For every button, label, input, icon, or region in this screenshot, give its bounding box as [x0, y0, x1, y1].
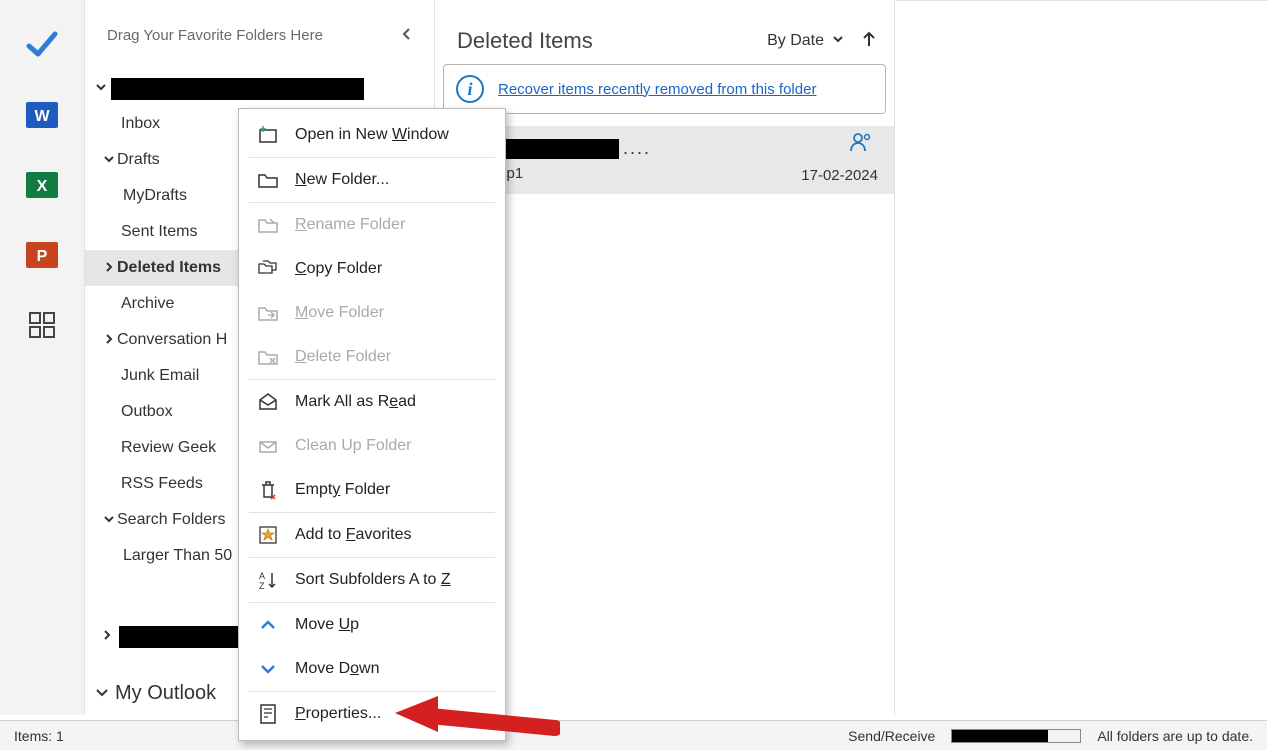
status-item-count: Items: 1	[14, 728, 64, 744]
send-receive-progress	[951, 729, 1081, 743]
menu-clean-up-folder: Clean Up Folder	[239, 424, 505, 468]
status-sync-message: All folders are up to date.	[1097, 728, 1253, 744]
menu-rename-folder: Rename Folder	[239, 203, 505, 247]
delete-folder-icon	[257, 346, 279, 368]
status-bar: Items: 1 Send/Receive All folders are up…	[0, 720, 1267, 750]
svg-text:P: P	[37, 248, 48, 265]
chevron-down-icon	[257, 658, 279, 680]
folder-title: Deleted Items	[457, 28, 593, 54]
star-icon	[257, 524, 279, 546]
sort-az-icon: AZ	[257, 569, 279, 591]
menu-sort-subfolders[interactable]: AZ Sort Subfolders A to Z	[239, 558, 505, 602]
reading-pane	[896, 0, 1267, 715]
chevron-down-icon	[95, 682, 109, 705]
sort-control[interactable]: By Date	[767, 31, 876, 52]
cleanup-icon	[257, 435, 279, 457]
rename-folder-icon	[257, 214, 279, 236]
chevron-right-icon	[101, 261, 117, 276]
menu-new-folder[interactable]: New Folder...	[239, 158, 505, 202]
svg-text:X: X	[37, 178, 48, 195]
email-date: 17-02-2024	[801, 167, 878, 184]
info-icon: i	[456, 75, 484, 103]
folder-context-menu: Open in New Window New Folder... Rename …	[238, 108, 506, 741]
status-send-receive-label: Send/Receive	[848, 728, 935, 744]
recover-banner: i Recover items recently removed from th…	[443, 64, 886, 114]
move-folder-icon	[257, 302, 279, 324]
properties-icon	[257, 703, 279, 725]
folder-icon	[257, 169, 279, 191]
menu-delete-folder: Delete Folder	[239, 335, 505, 379]
more-apps-icon[interactable]	[25, 308, 59, 342]
menu-empty-folder[interactable]: Empty Folder	[239, 468, 505, 512]
new-window-icon	[257, 124, 279, 146]
sort-direction-icon[interactable]	[862, 31, 876, 52]
chevron-up-icon	[257, 614, 279, 636]
contact-group-icon	[850, 132, 872, 157]
favorites-hint: Drag Your Favorite Folders Here	[107, 27, 323, 44]
chevron-down-icon	[832, 32, 844, 50]
svg-text:A: A	[259, 571, 265, 581]
chevron-right-icon	[101, 628, 113, 646]
account-name-redacted	[111, 78, 364, 100]
chevron-down-icon	[101, 153, 117, 168]
menu-move-folder: Move Folder	[239, 291, 505, 335]
envelope-open-icon	[257, 391, 279, 413]
menu-mark-all-read[interactable]: Mark All as Read	[239, 380, 505, 424]
svg-text:Z: Z	[259, 581, 265, 590]
excel-app-icon[interactable]: X	[25, 168, 59, 202]
message-list-header: Deleted Items By Date	[435, 0, 894, 64]
recover-items-link[interactable]: Recover items recently removed from this…	[498, 81, 816, 98]
collapse-pane-icon[interactable]	[400, 27, 414, 44]
account-row[interactable]	[85, 72, 434, 106]
powerpoint-app-icon[interactable]: P	[25, 238, 59, 272]
chevron-down-icon	[101, 513, 117, 528]
app-rail: W X P	[0, 0, 85, 715]
chevron-right-icon	[101, 333, 117, 348]
copy-folder-icon	[257, 258, 279, 280]
menu-copy-folder[interactable]: Copy Folder	[239, 247, 505, 291]
todo-app-icon[interactable]	[25, 28, 59, 62]
email-truncation-dots: ....	[623, 138, 651, 159]
my-outlook-section[interactable]: My Outlook	[95, 682, 216, 705]
menu-open-new-window[interactable]: Open in New Window	[239, 113, 505, 157]
word-app-icon[interactable]: W	[25, 98, 59, 132]
chevron-down-icon	[95, 80, 107, 98]
menu-properties[interactable]: Properties...	[239, 692, 505, 736]
menu-move-down[interactable]: Move Down	[239, 647, 505, 691]
menu-move-up[interactable]: Move Up	[239, 603, 505, 647]
svg-text:W: W	[34, 108, 50, 125]
trash-icon	[257, 479, 279, 501]
menu-add-favorites[interactable]: Add to Favorites	[239, 513, 505, 557]
favorites-drop-zone[interactable]: Drag Your Favorite Folders Here	[85, 0, 434, 70]
